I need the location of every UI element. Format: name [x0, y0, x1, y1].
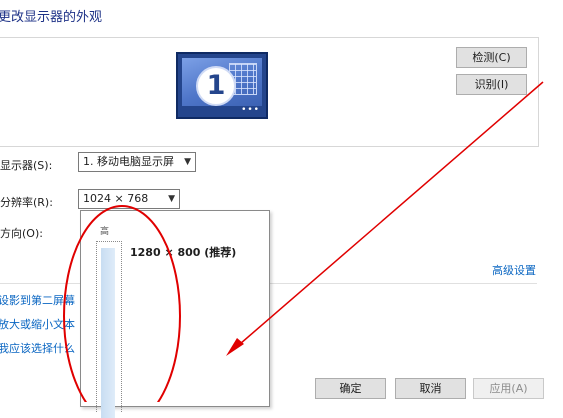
ok-button[interactable]: 确定	[315, 378, 386, 399]
resolution-label: 分辨率(R):	[0, 196, 53, 209]
display-label: 显示器(S):	[0, 159, 53, 172]
orientation-label: 方向(O):	[0, 227, 43, 240]
cancel-button[interactable]: 取消	[395, 378, 466, 399]
monitor-number: 1	[196, 66, 236, 106]
apply-button[interactable]: 应用(A)	[473, 378, 544, 399]
text-size-link[interactable]: 放大或缩小文本	[0, 316, 75, 332]
which-settings-link[interactable]: 我应该选择什么	[0, 340, 75, 356]
slider-high-label: 高	[100, 227, 110, 237]
identify-button[interactable]: 识别(I)	[456, 74, 527, 95]
project-second-screen-link[interactable]: 设影到第二屏幕	[0, 292, 75, 308]
resolution-select[interactable]: 1024 × 768 ▼	[78, 189, 180, 209]
advanced-settings-link[interactable]: 高级设置	[492, 262, 536, 278]
monitor-dots-icon: •••	[241, 105, 260, 115]
chevron-down-icon: ▼	[168, 194, 175, 204]
display-select-value: 1. 移动电脑显示屏	[83, 155, 174, 168]
detect-button[interactable]: 检测(C)	[456, 47, 527, 68]
resolution-option-recommended[interactable]: 1280 × 800 (推荐)	[130, 244, 236, 260]
page-title: 更改显示器的外观	[0, 10, 103, 25]
monitor-1-icon[interactable]: 1 •••	[176, 52, 268, 119]
resolution-slider-thumb[interactable]	[101, 248, 115, 418]
resolution-dropdown[interactable]: 高 1280 × 800 (推荐)	[80, 210, 270, 418]
resolution-select-value: 1024 × 768	[83, 192, 149, 205]
display-select[interactable]: 1. 移动电脑显示屏 ▼	[78, 152, 196, 172]
chevron-down-icon: ▼	[184, 157, 191, 167]
